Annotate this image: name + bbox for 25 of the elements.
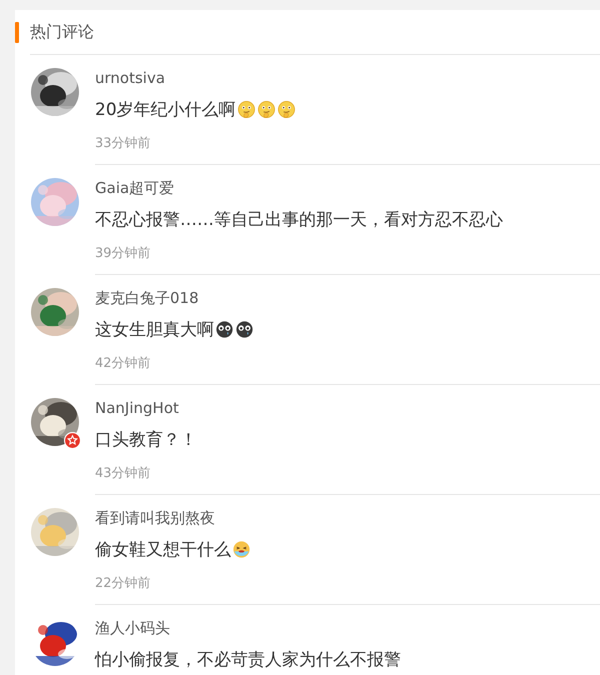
section-accent-bar: [15, 22, 19, 43]
teary-eyes-emoji-icon: [215, 320, 234, 338]
comment-text: 不忍心报警……等自己出事的那一天，看对方忍不忍心: [95, 208, 503, 230]
comment-time: 22分钟前: [95, 575, 151, 593]
comment-text: 口头教育？！: [95, 428, 197, 450]
section-title: 热门评论: [30, 22, 94, 42]
username[interactable]: 看到请叫我别熬夜: [95, 508, 215, 528]
thinking-emoji-icon: [256, 100, 276, 118]
comment-time: 39分钟前: [95, 245, 151, 263]
teary-eyes-emoji-icon: [235, 320, 254, 338]
comment-text: 这女生胆真大啊: [95, 318, 214, 340]
thinking-emoji-icon: [236, 100, 256, 118]
username[interactable]: 麦克白兔子018: [95, 288, 199, 308]
comment-text: 怕小偷报复，不必苛责人家为什么不报警: [95, 648, 401, 670]
thinking-emoji-icon: [276, 100, 296, 118]
comment-time: 42分钟前: [95, 355, 151, 373]
comment-time: 33分钟前: [95, 135, 151, 153]
sick-emoji-icon: [232, 540, 251, 558]
username[interactable]: 渔人小码头: [95, 618, 170, 638]
comment-text: 偷女鞋又想干什么: [95, 538, 231, 560]
username[interactable]: urnotsiva: [95, 68, 166, 88]
comment-time: 43分钟前: [95, 465, 151, 483]
username[interactable]: Gaia超可爱: [95, 178, 174, 198]
comment-text: 20岁年纪小什么啊: [95, 98, 236, 120]
username[interactable]: NanJingHot: [95, 398, 179, 418]
